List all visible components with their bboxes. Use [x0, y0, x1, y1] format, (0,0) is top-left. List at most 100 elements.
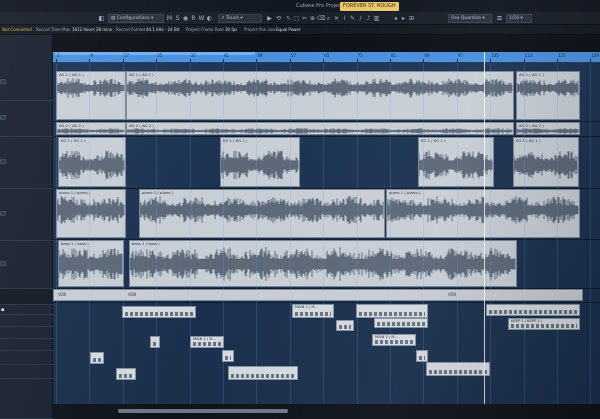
audio-event-eg1[interactable]: EG 1 ( EG 1 ) [220, 137, 300, 187]
m-button-icon[interactable]: M [166, 15, 173, 22]
autoscroll-icon[interactable]: ▶ [266, 15, 273, 22]
color-tool-icon[interactable]: ▥ [373, 15, 380, 22]
audio-event-piano[interactable]: piano 1 ( piano ) [386, 189, 580, 238]
waveform-graphic [517, 79, 579, 97]
audio-event-ag1[interactable]: AG 1 ( AG 1 ) [516, 71, 580, 120]
track-header[interactable] [0, 315, 53, 327]
track-mute-button[interactable] [0, 211, 6, 216]
audio-event-ag2[interactable]: AG 2 ( AG 2 ) [126, 122, 514, 135]
midi-part[interactable] [222, 350, 234, 362]
automation-mode-dropdown[interactable]: ↗ Touch ▾ [218, 14, 262, 23]
track-mute-button[interactable] [0, 261, 6, 266]
note-pattern [119, 374, 133, 378]
record-time-value[interactable]: 1612 hours 28 mins [72, 27, 112, 32]
midi-part[interactable] [116, 368, 136, 380]
folder-parts-lane[interactable]: VOX VOX VOX [53, 289, 583, 301]
mute-tool-icon[interactable]: ✕ [333, 15, 340, 22]
grid-type-dropdown[interactable]: Use Quantize ▾ [448, 14, 492, 23]
event-name: piano 1 ( piano ) [142, 190, 174, 195]
track-header[interactable] [0, 339, 53, 351]
pan-law-value[interactable]: Equal Power [276, 27, 301, 32]
part-vox[interactable]: VOX [448, 292, 456, 297]
erase-tool-icon[interactable]: ⌫ [317, 15, 325, 22]
split-tool-icon[interactable]: ✂ [301, 15, 308, 22]
line-tool-icon[interactable]: ∕ [357, 15, 364, 22]
configurations-dropdown[interactable]: ▤ Configurations ▾ [108, 14, 164, 23]
read-automation-icon[interactable]: R [190, 15, 197, 22]
midi-part[interactable] [374, 318, 428, 328]
timeline-ruler[interactable]: 1 9 17 25 33 41 49 57 65 73 81 89 97 105 113 121 129 [53, 52, 600, 63]
midi-part[interactable] [426, 362, 490, 376]
track-header[interactable] [0, 351, 53, 365]
draw-tool-icon[interactable]: ✎ [349, 15, 356, 22]
range-tool-icon[interactable]: ⬚ [293, 15, 300, 22]
nudge-left-icon[interactable]: ◂ [392, 15, 399, 22]
s-button-icon[interactable]: S [174, 15, 181, 22]
audio-event-piano[interactable]: piano 1 ( piano ) [56, 189, 126, 238]
horizontal-scrollbar[interactable] [53, 404, 600, 419]
track-header[interactable] [0, 65, 53, 101]
part-vox[interactable]: VOX [58, 292, 66, 297]
ruler-bar-number: 121 [558, 53, 566, 58]
track-mute-button[interactable] [0, 115, 6, 120]
track-header[interactable] [0, 365, 53, 379]
waveform-path [140, 196, 384, 224]
project-cursor[interactable] [484, 52, 485, 404]
midi-part[interactable]: MAIN 1 ( M... [292, 304, 334, 318]
quantize-icon[interactable]: ⧉ [496, 15, 503, 22]
audio-event-ag2[interactable]: AG 2 ( AG 2 ) [56, 122, 126, 135]
ruler-bar-number: 129 [591, 53, 600, 58]
track-mute-button[interactable] [0, 79, 6, 84]
midi-part[interactable] [336, 320, 354, 331]
midi-part[interactable] [416, 350, 428, 362]
time-warp-tool-icon[interactable]: ⌇ [341, 15, 348, 22]
track-header[interactable] [0, 379, 53, 419]
audio-event-bass[interactable]: bass 1 ( bass ) [58, 240, 124, 287]
audio-event-ag1[interactable]: AG 1 ( AG 1 ) [126, 71, 514, 120]
glue-tool-icon[interactable]: ⊕ [309, 15, 316, 22]
track-header[interactable]: ▪ [0, 305, 53, 315]
object-select-tool-icon[interactable]: ↖ [285, 15, 292, 22]
audio-event-ag2[interactable]: AG 2 ( AG 2 ) [516, 122, 580, 135]
midi-part[interactable] [228, 366, 298, 380]
track-header[interactable] [0, 327, 53, 339]
loop-icon[interactable]: ⟲ [275, 15, 282, 22]
audio-event-eg1[interactable]: EG 1 ( EG 1 ) [58, 137, 126, 187]
midi-part[interactable] [356, 304, 428, 318]
midi-part[interactable]: KEEP 1 ( KEEP 1 ) [508, 318, 580, 330]
waveform-path [57, 128, 125, 134]
listen-icon[interactable]: ◉ [182, 15, 189, 22]
ruler-bar-number: 25 [157, 53, 163, 58]
audio-event-ag1[interactable]: AG 1 ( AG 1 ) [56, 71, 126, 120]
constrain-delay-icon[interactable]: ◧ [98, 15, 105, 22]
midi-part[interactable] [486, 304, 580, 316]
midi-part[interactable] [150, 336, 160, 348]
waveform-path [127, 78, 513, 98]
midi-part[interactable] [122, 306, 196, 318]
record-format-value[interactable]: 44.1 kHz - 24 Bit [146, 27, 179, 32]
write-automation-icon[interactable]: W [198, 15, 205, 22]
suspend-icon[interactable]: ◐ [206, 15, 213, 22]
frame-rate-value[interactable]: 30 fps [225, 27, 237, 32]
track-mute-button[interactable] [0, 159, 6, 164]
scrollbar-thumb[interactable] [118, 409, 288, 413]
midi-part[interactable]: MAIN 2 ( M... [372, 334, 416, 346]
snap-icon[interactable]: ⊞ [408, 15, 415, 22]
ruler-bar-number: 49 [257, 53, 263, 58]
waveform-path [127, 128, 513, 134]
midi-part[interactable] [90, 352, 104, 364]
track-header[interactable] [0, 137, 53, 189]
audio-event-piano[interactable]: piano 1 ( piano ) [139, 189, 385, 238]
play-tool-icon[interactable]: ♪ [365, 15, 372, 22]
track-header[interactable] [0, 101, 53, 137]
note-pattern [193, 342, 221, 346]
midi-part[interactable]: MAIN 1 ( M... [190, 336, 224, 348]
zoom-tool-icon[interactable]: ⌕ [325, 15, 332, 22]
nudge-right-icon[interactable]: ▸ [400, 15, 407, 22]
quantize-preset-dropdown[interactable]: 1/16 ▾ [506, 14, 532, 23]
track-header[interactable] [0, 189, 53, 241]
folder-track-header[interactable] [0, 289, 53, 305]
waveform-path [419, 150, 493, 180]
track-header[interactable] [0, 241, 53, 289]
part-vox[interactable]: VOX [128, 292, 136, 297]
